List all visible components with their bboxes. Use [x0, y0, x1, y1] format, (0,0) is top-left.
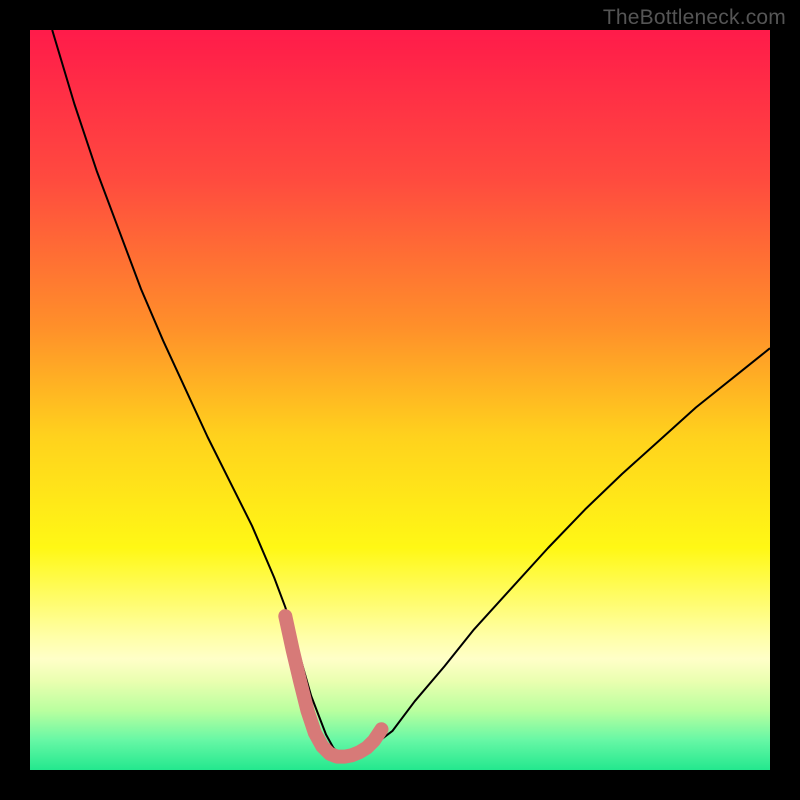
gradient-background	[30, 30, 770, 770]
plot-area	[30, 30, 770, 770]
outer-frame: TheBottleneck.com	[0, 0, 800, 800]
watermark-text: TheBottleneck.com	[603, 6, 786, 30]
chart-canvas	[30, 30, 770, 770]
